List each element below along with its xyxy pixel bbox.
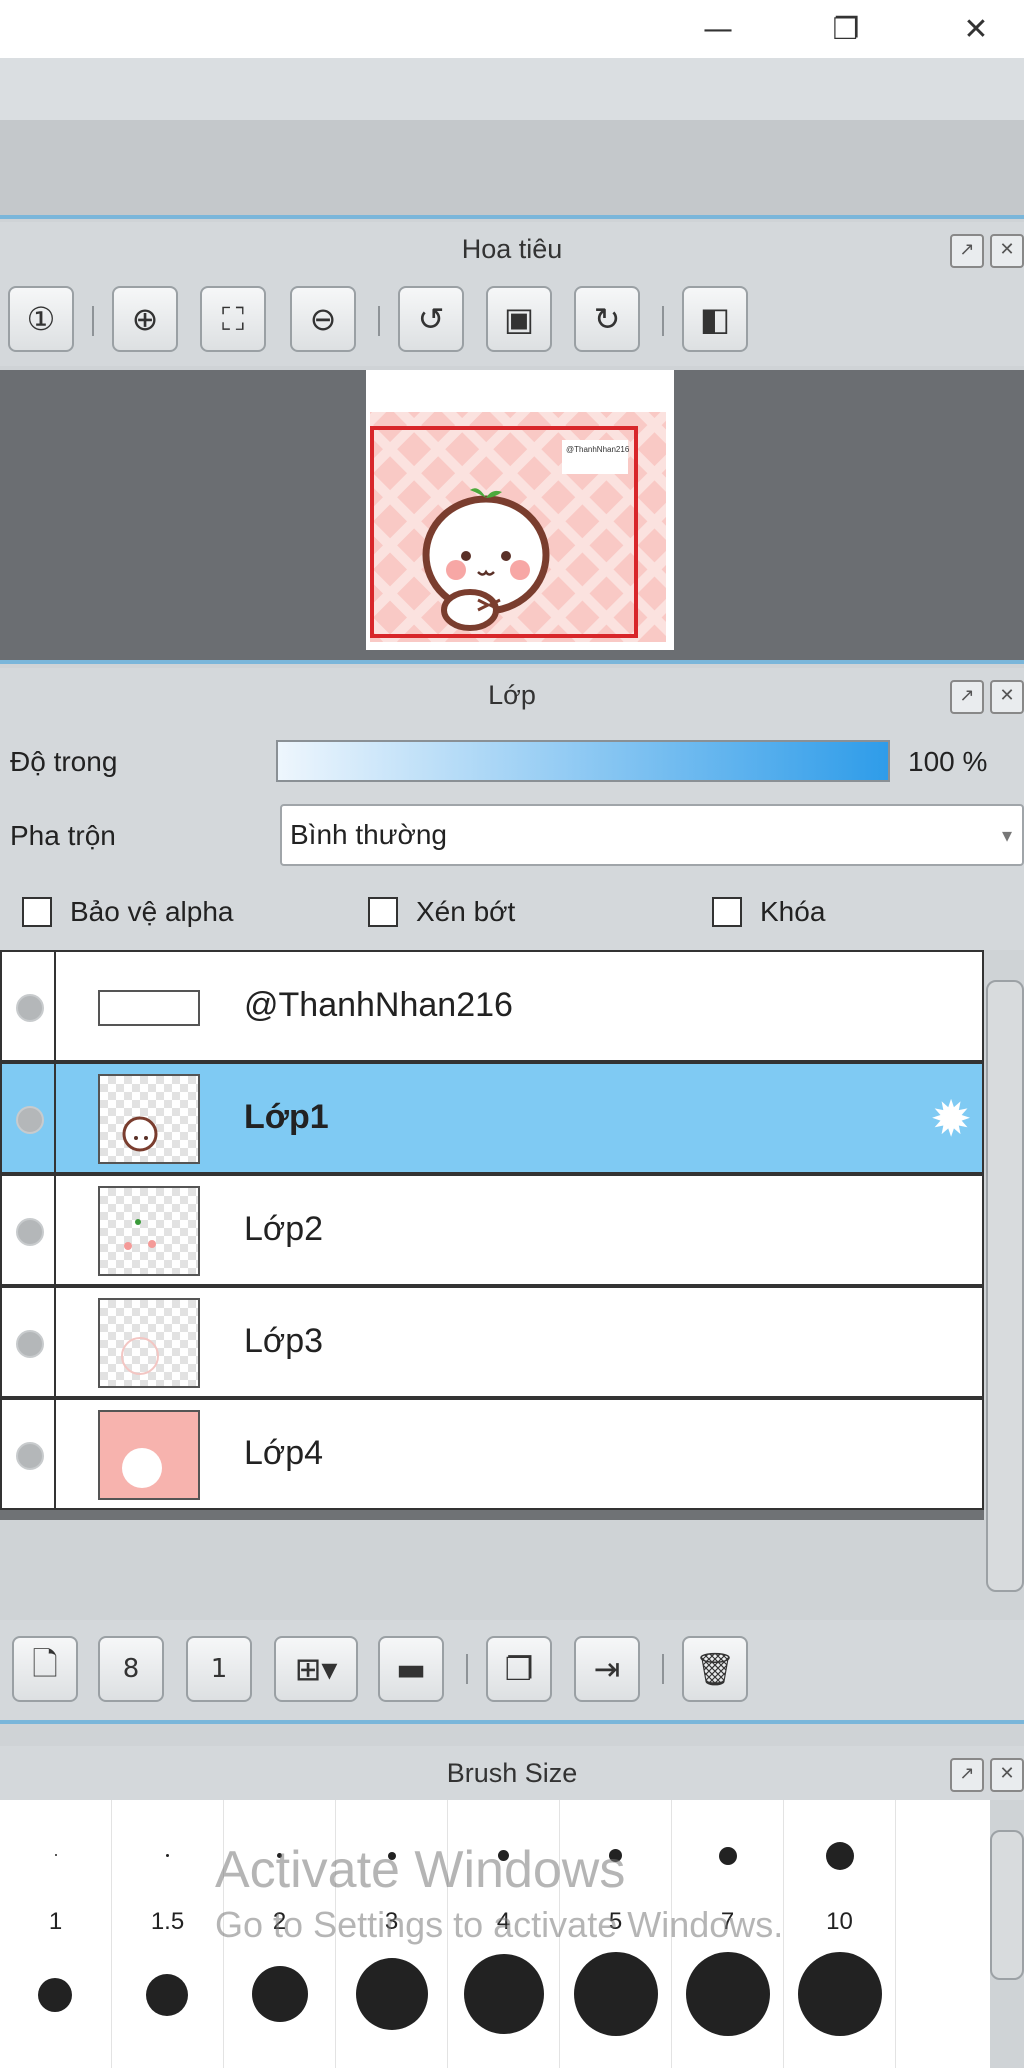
zoom-actual-icon[interactable]: ①: [8, 286, 74, 352]
new-8bit-layer-icon[interactable]: 8: [98, 1636, 164, 1702]
layer-name: @ThanhNhan216: [244, 986, 513, 1024]
navigator-title: Hoa tiêu: [461, 233, 563, 264]
chevron-down-icon: ▾: [1001, 823, 1012, 847]
navigator-header: Hoa tiêu ↗ ✕: [0, 222, 1024, 276]
brush-size-label: 1.5: [150, 1908, 185, 1935]
minimize-icon[interactable]: —: [688, 6, 748, 52]
gear-icon[interactable]: ✹: [930, 1090, 972, 1148]
undock-icon[interactable]: ↗: [950, 1758, 984, 1792]
add-layer-menu-icon[interactable]: ⊞▾: [274, 1636, 358, 1702]
brush-size-label: 10: [826, 1908, 853, 1935]
panel-close-icon[interactable]: ✕: [990, 234, 1024, 268]
layer-thumbnail: [98, 1074, 200, 1164]
brush-size-scrollbar[interactable]: [990, 1830, 1024, 1980]
zoom-out-icon[interactable]: ⊖: [290, 286, 356, 352]
layer-thumbnail: [98, 1410, 200, 1500]
brush-size-cell[interactable]: 1: [0, 1800, 112, 2068]
brush-size-cell[interactable]: 2: [224, 1800, 336, 2068]
layer-name: Lớp2: [244, 1210, 324, 1248]
fit-window-icon[interactable]: ⛶: [200, 286, 266, 352]
layer-name: Lớp3: [244, 1322, 324, 1360]
brush-size-title: Brush Size: [446, 1757, 578, 1788]
clipping-label: Xén bớt: [416, 896, 516, 927]
brush-size-cell[interactable]: 7: [672, 1800, 784, 2068]
layer-row[interactable]: Lớp1 ✹: [0, 1062, 984, 1174]
blend-label: Pha trộn: [10, 820, 116, 851]
close-icon[interactable]: ✕: [946, 6, 1006, 52]
visibility-toggle[interactable]: [16, 1218, 44, 1246]
brush-size-header: Brush Size ↗ ✕: [0, 1746, 1024, 1800]
layer-row[interactable]: Lớp2: [0, 1174, 984, 1286]
visibility-toggle[interactable]: [16, 1330, 44, 1358]
layer-title: Lớp: [488, 679, 536, 710]
layer-row[interactable]: Lớp4: [0, 1398, 984, 1510]
brush-size-label: 5: [608, 1908, 623, 1935]
brush-size-cell[interactable]: 3: [336, 1800, 448, 2068]
layer-list-scrollbar[interactable]: [986, 980, 1024, 1592]
reset-view-icon[interactable]: ▣: [486, 286, 552, 352]
brush-size-label: 7: [720, 1908, 735, 1935]
empty-toolbar-area: [0, 120, 1024, 219]
duplicate-layer-icon[interactable]: ❐: [486, 1636, 552, 1702]
checkbox-box[interactable]: [22, 897, 52, 927]
canvas-preview-image: @ThanhNhan216: [370, 412, 666, 642]
opacity-value: 100 %: [908, 746, 988, 777]
protect-alpha-label: Bảo vệ alpha: [70, 896, 234, 927]
protect-alpha-checkbox[interactable]: Bảo vệ alpha: [22, 896, 233, 928]
brush-size-cell[interactable]: 1.5: [112, 1800, 224, 2068]
lock-checkbox[interactable]: Khóa: [712, 896, 825, 928]
brush-size-grid: 1 1.5 2 3 4 5 7 10: [0, 1800, 990, 2068]
opacity-slider[interactable]: [276, 740, 890, 782]
new-layer-icon[interactable]: 🗋: [12, 1636, 78, 1702]
canvas-thumbnail: @ThanhNhan216: [366, 370, 674, 650]
undock-icon[interactable]: ↗: [950, 680, 984, 714]
checkbox-box[interactable]: [368, 897, 398, 927]
layer-list: @ThanhNhan216 Lớp1 ✹ Lớp2 Lớp3 Lớp4: [0, 950, 984, 1520]
blend-mode-select[interactable]: Bình thường ▾: [280, 804, 1024, 866]
rotate-left-icon[interactable]: ↺: [398, 286, 464, 352]
zoom-in-icon[interactable]: ⊕: [112, 286, 178, 352]
clipping-checkbox[interactable]: Xén bớt: [368, 896, 515, 928]
restore-icon[interactable]: ❐: [816, 6, 876, 52]
visibility-toggle[interactable]: [16, 994, 44, 1022]
rotate-right-icon[interactable]: ↻: [574, 286, 640, 352]
brush-size-cell[interactable]: 4: [448, 1800, 560, 2068]
navigator-toolbar: ① ⊕ ⛶ ⊖ ↺ ▣ ↻ ◧: [0, 276, 1024, 366]
layer-thumbnail: [98, 1298, 200, 1388]
layer-toolbar: 🗋 8 1 ⊞▾ ▬ ❐ ⇥ 🗑: [0, 1620, 1024, 1724]
panel-close-icon[interactable]: ✕: [990, 680, 1024, 714]
visibility-toggle[interactable]: [16, 1442, 44, 1470]
layer-name: Lớp1: [244, 1098, 329, 1136]
menu-strip: [0, 58, 1024, 120]
undock-icon[interactable]: ↗: [950, 234, 984, 268]
blend-mode-value: Bình thường: [290, 819, 447, 850]
new-folder-icon[interactable]: ▬: [378, 1636, 444, 1702]
brush-size-label: 4: [496, 1908, 511, 1935]
thumb-watermark: @ThanhNhan216: [566, 445, 630, 454]
layer-thumbnail: [98, 1186, 200, 1276]
flip-icon[interactable]: ◧: [682, 286, 748, 352]
brush-size-label: 3: [384, 1908, 399, 1935]
panel-close-icon[interactable]: ✕: [990, 1758, 1024, 1792]
layer-row[interactable]: @ThanhNhan216: [0, 950, 984, 1062]
opacity-label: Độ trong: [10, 746, 118, 777]
merge-layer-icon[interactable]: ⇥: [574, 1636, 640, 1702]
lock-label: Khóa: [760, 896, 826, 927]
delete-layer-icon[interactable]: 🗑: [682, 1636, 748, 1702]
visibility-toggle[interactable]: [16, 1106, 44, 1134]
brush-size-cell[interactable]: 10: [784, 1800, 896, 2068]
layer-header: Lớp ↗ ✕: [0, 668, 1024, 722]
new-1bit-layer-icon[interactable]: 1: [186, 1636, 252, 1702]
brush-size-label: 2: [272, 1908, 287, 1935]
layer-row[interactable]: Lớp3: [0, 1286, 984, 1398]
navigator-preview[interactable]: @ThanhNhan216: [0, 370, 1024, 664]
checkbox-box[interactable]: [712, 897, 742, 927]
layer-name: Lớp4: [244, 1434, 324, 1472]
layer-thumbnail: [98, 990, 200, 1026]
window-titlebar: — ❐ ✕: [0, 0, 1024, 58]
brush-size-cell[interactable]: 5: [560, 1800, 672, 2068]
brush-size-label: 1: [48, 1908, 63, 1935]
